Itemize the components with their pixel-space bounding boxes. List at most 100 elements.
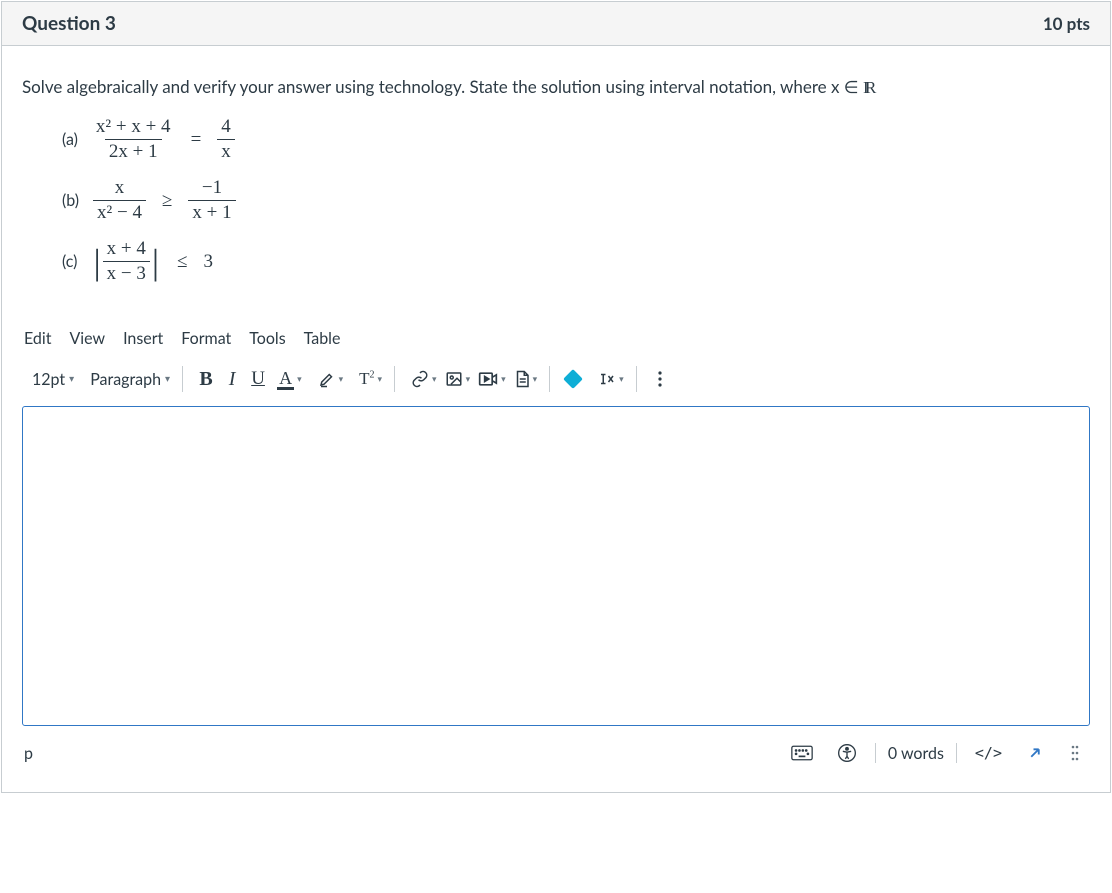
editor-menubar: Edit View Insert Format Tools Table: [22, 325, 1090, 358]
fraction: 4 x: [217, 116, 235, 163]
question-title: Question 3: [22, 12, 116, 35]
element-path[interactable]: p: [24, 744, 33, 763]
fraction: x² + x + 4 2x + 1: [92, 116, 175, 163]
question-card: Question 3 10 pts Solve algebraically an…: [1, 1, 1111, 793]
absolute-value: | x + 4 x − 3 |: [91, 238, 161, 285]
menu-format[interactable]: Format: [181, 329, 231, 348]
image-icon: [445, 370, 463, 388]
document-icon: [514, 370, 530, 388]
equation-c: (c) | x + 4 x − 3 | ≤ 3: [62, 238, 1090, 285]
part-b-label: (b): [62, 191, 79, 210]
equation-a: (a) x² + x + 4 2x + 1 = 4 x: [62, 116, 1090, 163]
html-view-button[interactable]: </>: [969, 738, 1008, 768]
text-color-button[interactable]: A▾: [271, 364, 304, 394]
resize-handle[interactable]: [1062, 738, 1088, 768]
part-c-label: (c): [62, 252, 77, 271]
block-format-label: Paragraph: [90, 370, 161, 389]
chevron-down-icon: ▾: [165, 373, 170, 385]
equation-b: (b) x x² − 4 ≥ −1 x + 1: [62, 177, 1090, 224]
chevron-down-icon: ▾: [69, 373, 74, 385]
numerator: 4: [217, 116, 235, 139]
abs-bar-left: |: [91, 244, 102, 280]
rich-text-editor: Edit View Insert Format Tools Table 12pt…: [22, 325, 1090, 772]
text-color-icon: A: [277, 369, 294, 390]
operator-leq: ≤: [169, 251, 195, 273]
media-button[interactable]: ▾: [472, 364, 508, 394]
chevron-down-icon: ▾: [533, 373, 538, 385]
numerator: x² + x + 4: [92, 116, 175, 139]
numerator: x + 4: [103, 238, 150, 261]
denominator: x: [217, 139, 235, 163]
toolbar-divider: [394, 366, 395, 392]
expand-icon: [1026, 744, 1044, 762]
chevron-down-icon: ▾: [501, 373, 506, 385]
more-button[interactable]: [647, 364, 673, 394]
accessibility-button[interactable]: [831, 738, 863, 768]
accessibility-icon: [837, 743, 857, 763]
kebab-icon: [657, 370, 663, 388]
menu-view[interactable]: View: [69, 329, 105, 348]
math-icon: [598, 370, 616, 388]
numerator: x: [111, 177, 129, 200]
italic-button[interactable]: I: [219, 364, 245, 394]
image-button[interactable]: ▾: [439, 364, 473, 394]
toolbar-divider: [549, 366, 550, 392]
toolbar-divider: [182, 366, 183, 392]
media-icon: [478, 370, 498, 388]
numerator: −1: [198, 177, 226, 200]
chevron-down-icon: ▾: [378, 373, 383, 385]
font-size-label: 12pt: [32, 370, 65, 389]
chevron-down-icon: ▾: [619, 373, 624, 385]
apps-button[interactable]: [560, 364, 586, 394]
equation-button[interactable]: ▾: [592, 364, 626, 394]
prompt-text: Solve algebraically and verify your answ…: [22, 76, 863, 97]
menu-table[interactable]: Table: [304, 329, 341, 348]
keyboard-icon: [791, 745, 813, 761]
real-numbers-symbol: I: [863, 78, 876, 97]
chevron-down-icon: ▾: [432, 373, 437, 385]
menu-tools[interactable]: Tools: [249, 329, 285, 348]
abs-bar-right: |: [150, 244, 161, 280]
plugin-icon: [563, 369, 583, 389]
denominator: x + 1: [188, 200, 235, 224]
word-count: 0 words: [888, 744, 944, 763]
fraction: x x² − 4: [93, 177, 146, 224]
denominator: 2x + 1: [105, 139, 162, 163]
editor-content-area[interactable]: [22, 406, 1090, 726]
keyboard-shortcuts-button[interactable]: [785, 738, 819, 768]
question-body: Solve algebraically and verify your answ…: [2, 46, 1110, 792]
question-header: Question 3 10 pts: [2, 2, 1110, 46]
statusbar-divider: [956, 743, 957, 763]
drag-icon: [1070, 744, 1080, 762]
superscript-button[interactable]: T2 ▾: [353, 364, 384, 394]
denominator: x − 3: [103, 261, 150, 285]
denominator: x² − 4: [93, 200, 146, 224]
chevron-down-icon: ▾: [339, 373, 344, 385]
fraction: −1 x + 1: [188, 177, 235, 224]
supersub-icon: T2: [359, 369, 374, 389]
question-points: 10 pts: [1043, 13, 1090, 34]
highlighter-icon: [318, 370, 336, 388]
document-button[interactable]: ▾: [508, 364, 540, 394]
question-prompt: Solve algebraically and verify your answ…: [22, 76, 1090, 98]
highlight-button[interactable]: ▾: [312, 364, 346, 394]
fullscreen-button[interactable]: [1020, 738, 1050, 768]
underline-button[interactable]: U: [245, 364, 271, 394]
rhs-value: 3: [204, 251, 214, 273]
operator-geq: ≥: [154, 190, 180, 212]
toolbar-divider: [636, 366, 637, 392]
link-button[interactable]: ▾: [405, 364, 439, 394]
fraction: x + 4 x − 3: [103, 238, 150, 285]
bold-button[interactable]: B: [193, 364, 219, 394]
menu-insert[interactable]: Insert: [123, 329, 163, 348]
editor-statusbar: p 0 words </>: [22, 726, 1090, 772]
statusbar-divider: [875, 743, 876, 763]
equation-list: (a) x² + x + 4 2x + 1 = 4 x (b) x x² − 4: [62, 116, 1090, 285]
chevron-down-icon: ▾: [466, 373, 471, 385]
part-a-label: (a): [62, 130, 78, 149]
block-format-select[interactable]: Paragraph ▾: [84, 364, 172, 394]
font-size-select[interactable]: 12pt ▾: [26, 364, 76, 394]
chevron-down-icon: ▾: [297, 373, 302, 385]
menu-edit[interactable]: Edit: [24, 329, 51, 348]
operator-equals: =: [183, 129, 210, 151]
